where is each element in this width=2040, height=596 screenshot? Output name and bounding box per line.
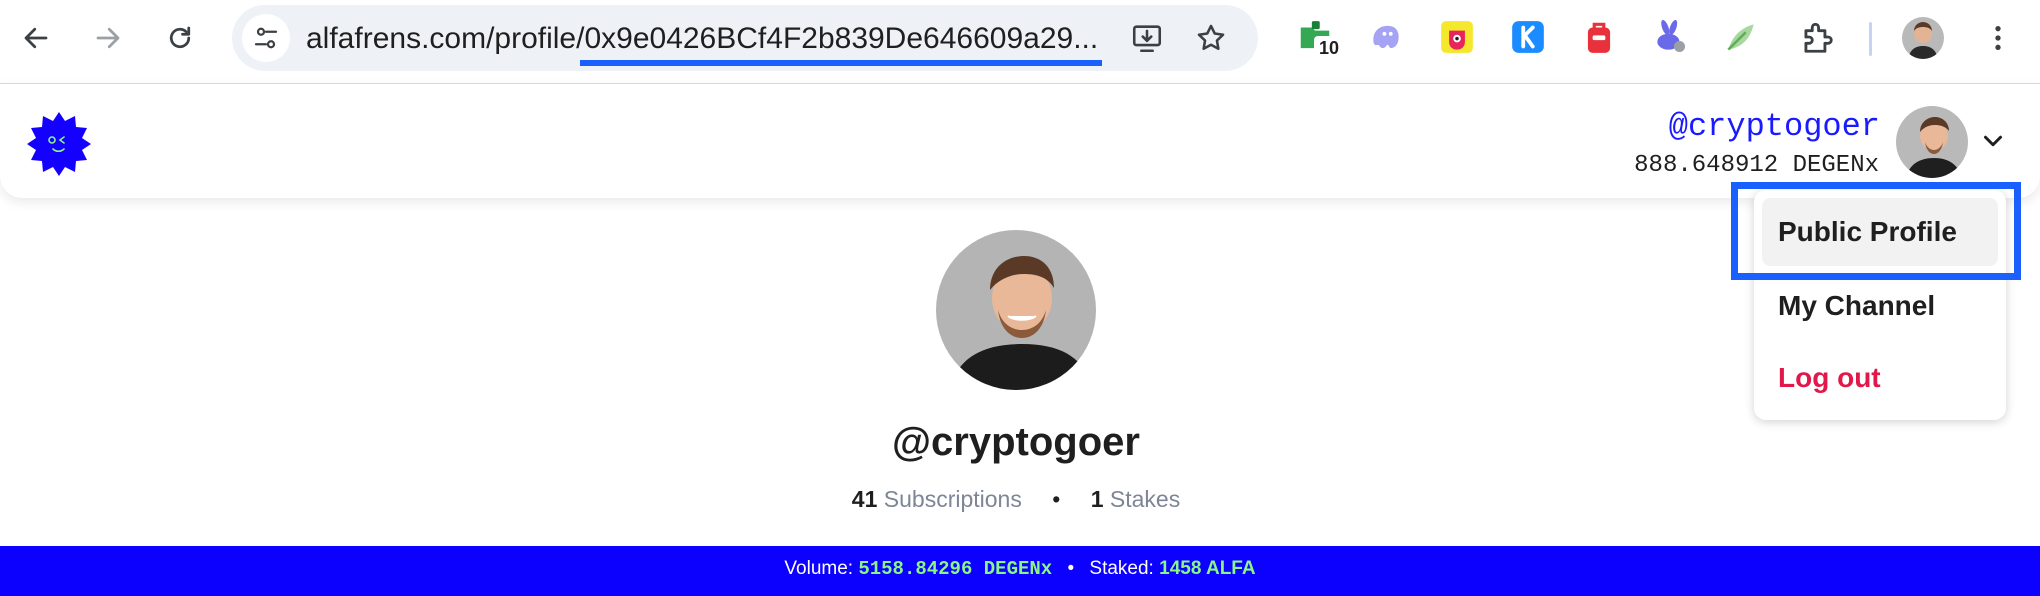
- hand-eye-icon: [1441, 21, 1473, 53]
- person-photo-icon: [1896, 106, 1968, 178]
- account-menu-toggle[interactable]: [1978, 126, 2008, 156]
- extension-2[interactable]: [1365, 16, 1407, 58]
- header-username[interactable]: @cryptogoer: [1669, 108, 1880, 146]
- stakes-count: 1: [1090, 486, 1104, 512]
- menu-kebab-icon: [1995, 26, 2001, 50]
- extension-6[interactable]: [1649, 16, 1691, 58]
- extension-3[interactable]: [1436, 16, 1478, 58]
- stats-footer-bar: Volume: 5158.84296 DEGENx • Staked: 1458…: [0, 546, 2040, 596]
- menu-item-public-profile[interactable]: Public Profile: [1762, 198, 1998, 266]
- forward-button[interactable]: [84, 14, 132, 62]
- account-dropdown-menu: Public Profile My Channel Log out: [1754, 190, 2006, 420]
- install-app-button[interactable]: [1128, 19, 1166, 57]
- menu-item-my-channel[interactable]: My Channel: [1762, 272, 1998, 340]
- profile-stats: 41 Subscriptions • 1 Stakes: [0, 484, 2032, 514]
- staked-value: 1458 ALFA: [1159, 558, 1256, 579]
- back-button[interactable]: [12, 14, 60, 62]
- volume-label: Volume:: [784, 558, 854, 579]
- menu-item-log-out[interactable]: Log out: [1762, 344, 1998, 412]
- person-photo-icon: [936, 230, 1096, 390]
- stakes-label[interactable]: Stakes: [1110, 486, 1180, 512]
- bookmark-button[interactable]: [1192, 19, 1230, 57]
- person-photo-icon: [1902, 17, 1944, 59]
- rabbit-icon: [1657, 19, 1686, 53]
- reload-icon: [169, 26, 191, 49]
- profile-avatar: [936, 230, 1096, 390]
- spiky-mascot-icon: [27, 112, 91, 176]
- extension-5[interactable]: [1578, 16, 1620, 58]
- profile-username: @cryptogoer: [892, 420, 1140, 464]
- extensions-puzzle-icon: [1804, 22, 1833, 53]
- stats-separator: •: [1052, 486, 1061, 512]
- url-text[interactable]: alfafrens.com/profile/0x9e0426BCf4F2b839…: [306, 22, 1098, 56]
- url-highlight-underline: [580, 60, 1102, 66]
- alfafrens-logo[interactable]: [26, 110, 92, 176]
- ghost-icon: [1373, 25, 1399, 49]
- extension-7[interactable]: [1720, 16, 1762, 58]
- chevron-down-icon: [1984, 135, 2002, 147]
- extension-1[interactable]: 10: [1294, 16, 1344, 60]
- header-avatar[interactable]: [1896, 106, 1968, 178]
- forward-arrow-icon: [96, 27, 120, 49]
- subscriptions-label[interactable]: Subscriptions: [884, 486, 1022, 512]
- browser-profile-avatar[interactable]: [1902, 17, 1944, 59]
- bookmark-star-icon: [1197, 24, 1225, 51]
- extension-badge: 10: [1314, 36, 1344, 60]
- header-balance: 888.648912 DEGENx: [1634, 152, 1879, 179]
- toolbar-divider: [1869, 22, 1872, 56]
- staked-label: Staked:: [1089, 558, 1154, 579]
- site-settings-icon: [254, 27, 278, 49]
- reload-button[interactable]: [156, 14, 204, 62]
- footer-separator: •: [1067, 558, 1075, 579]
- site-info-button[interactable]: [242, 14, 290, 62]
- browser-menu-button[interactable]: [1978, 14, 2018, 62]
- install-app-icon: [1132, 25, 1162, 53]
- green-leaf-icon: [1727, 24, 1754, 51]
- k-logo-icon: [1512, 21, 1544, 53]
- volume-value: 5158.84296 DEGENx: [858, 558, 1053, 580]
- extensions-menu-button[interactable]: [1796, 16, 1838, 58]
- browser-toolbar: alfafrens.com/profile/0x9e0426BCf4F2b839…: [0, 0, 2040, 84]
- red-backpack-icon: [1587, 22, 1611, 53]
- subscriptions-count: 41: [851, 486, 878, 512]
- extension-4[interactable]: [1507, 16, 1549, 58]
- back-arrow-icon: [24, 27, 48, 49]
